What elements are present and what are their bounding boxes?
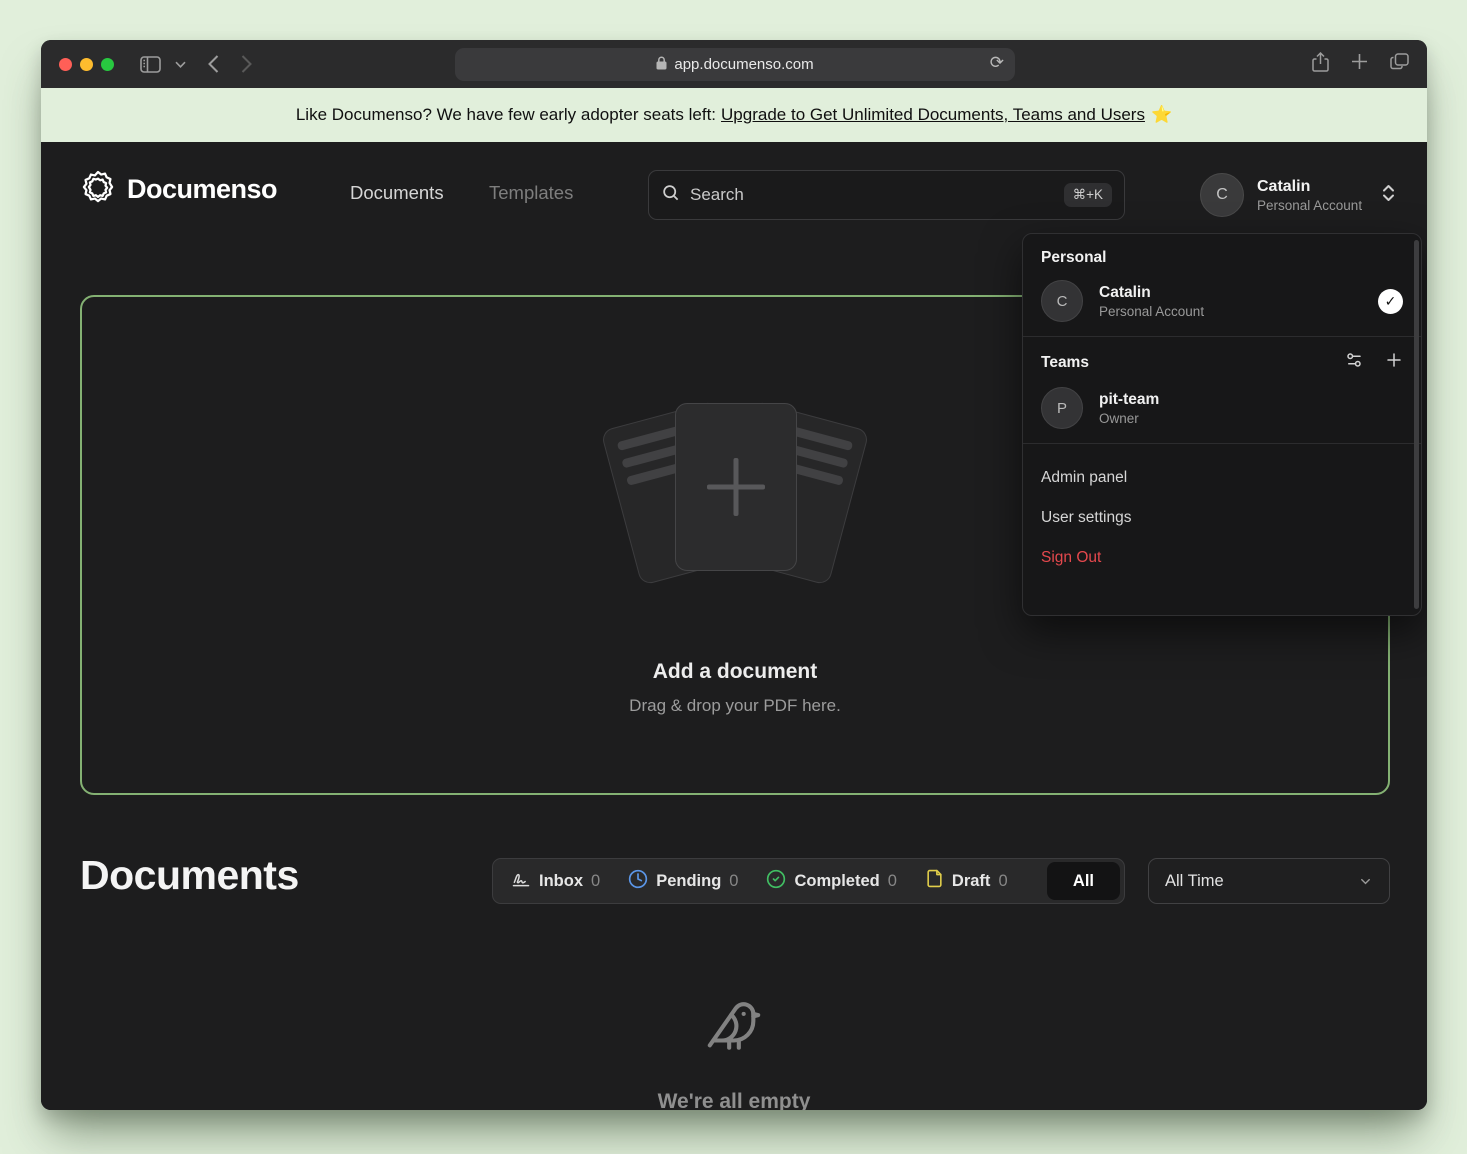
signature-icon [511,869,531,894]
document-card-front [675,403,797,571]
selected-check-icon: ✓ [1378,289,1403,314]
address-bar[interactable]: app.documenso.com ⟳ [455,48,1015,81]
chevron-down-icon [1358,874,1373,889]
tab-count: 0 [729,872,738,891]
manage-teams-icon[interactable] [1345,351,1363,374]
tab-group-chevron-icon[interactable] [175,61,186,68]
url-text: app.documenso.com [674,56,813,73]
upgrade-link[interactable]: Upgrade to Get Unlimited Documents, Team… [721,105,1145,125]
reload-icon[interactable]: ⟳ [990,53,1004,73]
avatar: C [1200,173,1244,217]
dropzone-subtitle: Drag & drop your PDF here. [629,696,841,716]
tab-draft[interactable]: Draft 0 [911,859,1022,903]
documenso-logo[interactable]: Documenso [80,169,277,210]
team-name: pit-team [1099,391,1159,409]
upgrade-banner: Like Documenso? We have few early adopte… [41,88,1427,142]
forward-icon[interactable] [241,55,252,73]
tab-pending[interactable]: Pending 0 [614,859,752,903]
search-placeholder: Search [690,185,1054,205]
tab-all[interactable]: All [1047,862,1120,900]
avatar: P [1041,387,1083,429]
tab-completed[interactable]: Completed 0 [752,859,910,903]
search-icon [661,183,680,207]
account-dropdown-menu: Personal C Catalin Personal Account ✓ Te… [1022,233,1422,616]
banner-text: Like Documenso? We have few early adopte… [296,105,716,125]
brand-name: Documenso [127,174,277,205]
documents-heading: Documents [80,852,299,899]
tab-count: 0 [998,872,1007,891]
menu-account-subtitle: Personal Account [1099,304,1204,319]
tab-inbox[interactable]: Inbox 0 [497,859,614,903]
tab-label: All [1073,872,1094,891]
documenso-logo-icon [80,169,116,210]
lock-icon [656,56,667,74]
file-icon [925,869,944,893]
period-filter-value: All Time [1165,872,1224,891]
tab-label: Completed [794,872,879,891]
personal-section-heading: Personal [1041,249,1403,267]
account-menu-trigger[interactable]: C Catalin Personal Account [1200,173,1396,217]
empty-state-text: We're all empty [658,1090,811,1110]
create-team-plus-icon[interactable] [1385,351,1403,374]
dropzone-title: Add a document [653,660,818,684]
sidebar-icon[interactable] [140,56,161,73]
menu-divider [1023,443,1421,444]
clock-icon [628,869,648,894]
documenso-app: Documenso Documents Templates Search ⌘+K… [41,142,1427,1110]
traffic-lights [59,58,114,71]
browser-window: app.documenso.com ⟳ Like Documenso? We h… [41,40,1427,1110]
check-circle-icon [766,869,786,894]
nav-templates[interactable]: Templates [489,182,573,204]
close-window-button[interactable] [59,58,72,71]
empty-state: We're all empty [41,997,1427,1110]
share-icon[interactable] [1312,52,1329,77]
menu-item-personal-account[interactable]: C Catalin Personal Account ✓ [1041,280,1403,322]
tab-overview-icon[interactable] [1390,53,1409,75]
bird-icon [705,997,763,1060]
account-name: Catalin [1257,178,1362,196]
menu-account-name: Catalin [1099,284,1204,302]
menu-item-team-pit-team[interactable]: P pit-team Owner [1041,387,1403,429]
avatar: C [1041,280,1083,322]
period-filter-select[interactable]: All Time [1148,858,1390,904]
search-shortcut-badge: ⌘+K [1064,183,1112,207]
tab-label: Draft [952,872,991,891]
card-stack-illustration [575,401,895,616]
team-role: Owner [1099,411,1159,426]
chevron-up-down-icon [1381,183,1396,208]
menu-item-user-settings[interactable]: User settings [1041,498,1403,538]
browser-toolbar: app.documenso.com ⟳ [41,40,1427,88]
new-tab-icon[interactable] [1351,53,1368,75]
tab-count: 0 [591,872,600,891]
tab-count: 0 [888,872,897,891]
menu-divider [1023,336,1421,337]
teams-section-heading: Teams [1041,354,1089,372]
tab-label: Pending [656,872,721,891]
tab-label: Inbox [539,872,583,891]
plus-icon [707,458,765,516]
menu-item-sign-out[interactable]: Sign Out [1041,538,1403,578]
search-input[interactable]: Search ⌘+K [648,170,1125,220]
minimize-window-button[interactable] [80,58,93,71]
zoom-window-button[interactable] [101,58,114,71]
account-type: Personal Account [1257,198,1362,213]
nav-documents[interactable]: Documents [350,182,444,204]
menu-item-admin-panel[interactable]: Admin panel [1041,458,1403,498]
document-status-tabs: Inbox 0 Pending 0 Completed 0 [492,858,1125,904]
star-icon: ⭐ [1151,105,1172,125]
back-icon[interactable] [208,55,219,73]
menu-scrollbar[interactable] [1414,240,1419,609]
